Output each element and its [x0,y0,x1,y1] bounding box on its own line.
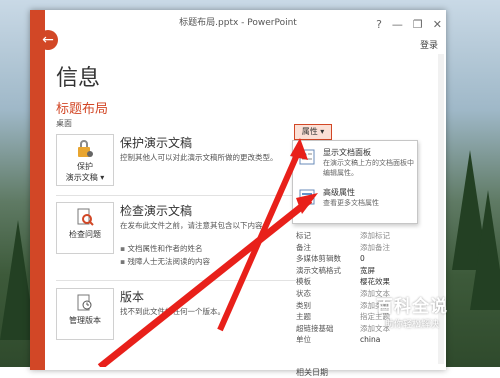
property-name: 状态 [296,288,311,298]
inspect-bullet-list: 文档属性和作者的姓名 残障人士无法阅读的内容 [120,242,210,268]
property-name: 模板 [296,277,311,287]
restore-button[interactable]: ❐ [413,12,423,38]
menu-item-title: 显示文档面板 [323,148,371,157]
property-value[interactable]: 添加备注 [360,242,390,254]
property-name: 主题 [296,312,311,322]
property-row: 多媒体剪辑数 0 [296,253,426,265]
show-document-panel-item[interactable]: 显示文档面板 在演示文稿上方的文档面板中编辑属性。 [297,145,414,181]
property-name: 标记 [296,231,311,240]
document-location[interactable]: 桌面 [56,118,72,129]
properties-dropdown-button[interactable]: 属性 ▾ [294,124,332,140]
tree-graphic [470,190,500,310]
properties-menu: 显示文档面板 在演示文稿上方的文档面板中编辑属性。 高级属性 查看更多文档属性 [292,140,418,224]
property-row: 备注 添加备注 [296,242,426,254]
property-row: 单位 china [296,334,426,346]
advanced-properties-icon [299,189,315,205]
property-row: 模板 樱花效果 [296,276,426,288]
property-value: 宽屏 [360,265,375,275]
versions-title: 版本 [120,290,145,304]
back-arrow-icon[interactable]: ← [38,30,58,50]
protect-section: 保护 演示文稿 ▾ 保护演示文稿 控制其他人可以对此演示文稿所做的更改类型。 [56,134,296,194]
title-bar: 标题布局.pptx - PowerPoint ? — ❐ ✕ [30,10,446,36]
property-value: 0 [360,254,365,264]
check-issues-label: 检查问题 [69,230,101,239]
property-row: 标记 添加标记 [296,230,426,242]
menu-item-title: 高级属性 [323,188,355,197]
menu-item-description: 查看更多文档属性 [323,199,379,207]
minimize-button[interactable]: — [392,12,403,38]
protect-button-label-2: 演示文稿 ▾ [65,173,105,182]
property-name: 备注 [296,242,311,252]
property-value[interactable]: 添加标记 [360,230,390,242]
manage-versions-button[interactable]: 管理版本 [56,288,114,340]
document-panel-icon [299,149,315,165]
window-controls: ? — ❐ ✕ [376,12,442,38]
property-value: 樱花效果 [360,277,390,287]
property-value[interactable]: china [360,334,380,346]
versions-section: 管理版本 版本 找不到此文件的任何一个版本。 [56,288,296,348]
watermark-title: 百科全说 [376,297,448,317]
check-for-issues-button[interactable]: 检查问题 [56,202,114,254]
divider [56,195,296,196]
sign-in-link[interactable]: 登录 [420,38,438,51]
divider [56,280,296,281]
property-name: 多媒体剪辑数 [296,254,341,264]
property-name: 演示文稿格式 [296,265,341,275]
lock-icon [78,140,93,157]
help-button[interactable]: ? [376,12,382,38]
menu-item-description: 在演示文稿上方的文档面板中编辑属性。 [323,159,414,177]
property-name: 类别 [296,300,311,310]
versions-description: 找不到此文件的任何一个版本。 [120,307,225,316]
list-item: 文档属性和作者的姓名 [120,242,210,255]
property-name: 单位 [296,335,311,345]
protect-presentation-button[interactable]: 保护 演示文稿 ▾ [56,134,114,186]
property-name: 超链接基础 [296,323,334,333]
protect-title: 保护演示文稿 [120,136,193,150]
window-title: 标题布局.pptx - PowerPoint [179,18,297,28]
versions-icon [77,294,92,311]
inspect-section: 检查问题 检查演示文稿 在发布此文件之前，请注意其包含以下内容: 文档属性和作者… [56,202,296,272]
protect-description: 控制其他人可以对此演示文稿所做的更改类型。 [120,153,278,162]
document-title: 标题布局 [56,102,109,117]
backstage-sidebar [30,10,45,370]
list-item: 残障人士无法阅读的内容 [120,255,210,268]
page-title: 信息 [56,66,101,91]
advanced-properties-item[interactable]: 高级属性 查看更多文档属性 [297,185,413,221]
manage-versions-label: 管理版本 [69,316,101,325]
property-row: 演示文稿格式 宽屏 [296,265,426,277]
inspect-title: 检查演示文稿 [120,204,193,218]
protect-button-label: 保护 [77,162,93,171]
watermark: 百科全说 助你轻松解决 [364,292,460,330]
related-dates-heading: 相关日期 [296,368,328,377]
inspect-document-icon [77,208,94,226]
close-button[interactable]: ✕ [433,12,442,38]
watermark-subtitle: 助你轻松解决 [384,320,439,330]
inspect-description: 在发布此文件之前，请注意其包含以下内容: [120,221,266,230]
